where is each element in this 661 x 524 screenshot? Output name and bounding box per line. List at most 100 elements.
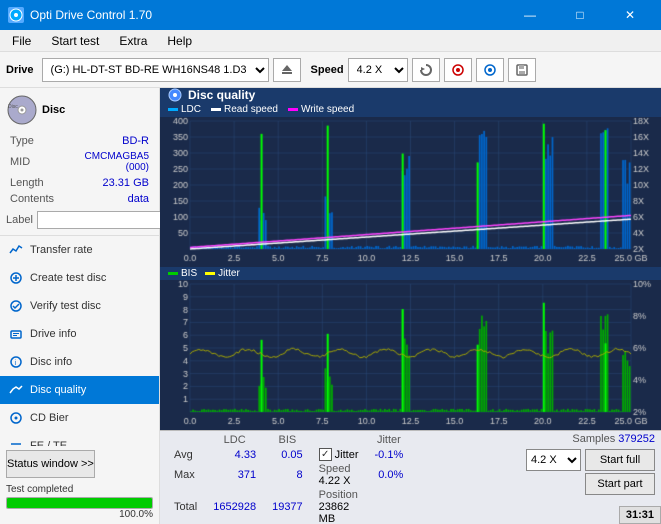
close-button[interactable]: ✕: [607, 0, 653, 30]
samples-value: 379252: [618, 433, 655, 445]
chart2-wrapper: [160, 280, 661, 430]
legend-row-2: BIS Jitter: [160, 267, 661, 280]
refresh-button[interactable]: [412, 58, 440, 82]
ldc-legend-label: LDC: [181, 104, 201, 115]
label-input[interactable]: [37, 211, 175, 229]
contents-value: data: [58, 192, 151, 206]
drive-info-icon: [8, 326, 24, 342]
sidebar-item-disc-quality[interactable]: Disc quality: [0, 376, 159, 404]
disc-info-table: Type BD-R MID CMCMAGBA5 (000) Length 23.…: [6, 132, 153, 208]
jitter-legend-label: Jitter: [218, 268, 240, 279]
samples-row: Samples 379252: [572, 433, 655, 445]
read-speed-legend-label: Read speed: [224, 104, 278, 115]
length-value: 23.31 GB: [58, 176, 151, 190]
start-full-button[interactable]: Start full: [585, 449, 655, 471]
write-speed-legend-label: Write speed: [301, 104, 354, 115]
sidebar-item-cd-bier[interactable]: CD Bier: [0, 404, 159, 432]
read-speed-legend-dot: [211, 108, 221, 111]
disc-icon: Disc: [6, 94, 38, 126]
drive-label: Drive: [6, 64, 34, 76]
fe-te-icon: [8, 438, 24, 446]
total-ldc: 1652928: [205, 488, 264, 524]
menu-bar: File Start test Extra Help: [0, 30, 661, 52]
avg-bis: 0.05: [264, 447, 311, 462]
total-label: Total: [166, 488, 205, 524]
content-header: Disc quality: [160, 88, 661, 102]
avg-jitter: -0.1%: [367, 447, 412, 462]
speed-label: Speed: [311, 64, 344, 76]
stats-panel: LDC BIS Jitter Avg 4.33 0.05 ✓: [160, 430, 661, 524]
menu-extra[interactable]: Extra: [111, 32, 155, 50]
app-title: Opti Drive Control 1.70: [30, 8, 152, 22]
samples-label: Samples: [572, 433, 615, 445]
svg-text:i: i: [15, 360, 17, 367]
cd-bier-icon: [8, 410, 24, 426]
drive-info-label: Drive info: [30, 328, 76, 340]
eject-button[interactable]: [273, 58, 301, 82]
label-label: Label: [6, 214, 33, 226]
disc-quality-header-icon: [168, 88, 182, 102]
position-info: Position 23862 MB: [319, 489, 359, 524]
progress-label: 100.0%: [6, 509, 153, 520]
contents-label: Contents: [8, 192, 56, 206]
mid-value: CMCMAGBA5 (000): [58, 150, 151, 174]
app-icon: [8, 7, 24, 23]
type-label: Type: [8, 134, 56, 148]
sidebar: Disc Disc Type BD-R MID CMCMAGBA5 (000) …: [0, 88, 160, 524]
max-ldc: 371: [205, 462, 264, 488]
time-display: 31:31: [619, 506, 661, 524]
start-part-button[interactable]: Start part: [585, 473, 655, 495]
menu-file[interactable]: File: [4, 32, 39, 50]
avg-ldc: 4.33: [205, 447, 264, 462]
type-value: BD-R: [58, 134, 151, 148]
total-bis: 19377: [264, 488, 311, 524]
write-button[interactable]: [444, 58, 472, 82]
disc-info-icon: i: [8, 354, 24, 370]
sidebar-item-disc-info[interactable]: i Disc info: [0, 348, 159, 376]
status-window-button[interactable]: Status window >>: [6, 450, 95, 478]
status-section: Status window >> Test completed 100.0%: [0, 446, 159, 524]
speed-control-row: 4.2 X Start full: [526, 449, 655, 471]
menu-help[interactable]: Help: [159, 32, 200, 50]
progress-bar-outer: [6, 497, 153, 509]
verify-test-disc-label: Verify test disc: [30, 300, 101, 312]
content-title: Disc quality: [188, 88, 255, 102]
transfer-rate-label: Transfer rate: [30, 244, 93, 256]
legend-row-1: LDC Read speed Write speed: [160, 102, 661, 117]
right-controls: Samples 379252 4.2 X Start full Start pa…: [526, 433, 655, 495]
sidebar-item-fe-te[interactable]: FE / TE: [0, 432, 159, 446]
read-button[interactable]: [476, 58, 504, 82]
bis-chart: [160, 280, 661, 430]
drive-select[interactable]: (G:) HL-DT-ST BD-RE WH16NS48 1.D3: [42, 58, 269, 82]
sidebar-item-drive-info[interactable]: Drive info: [0, 320, 159, 348]
menu-start-test[interactable]: Start test: [43, 32, 107, 50]
status-text: Test completed: [6, 484, 153, 495]
save-button[interactable]: [508, 58, 536, 82]
disc-quality-icon: [8, 382, 24, 398]
max-bis: 8: [264, 462, 311, 488]
maximize-button[interactable]: □: [557, 0, 603, 30]
status-bar: Test completed 100.0%: [0, 482, 159, 524]
cd-bier-label: CD Bier: [30, 412, 69, 424]
sidebar-item-transfer-rate[interactable]: Transfer rate: [0, 236, 159, 264]
disc-panel: Disc Disc Type BD-R MID CMCMAGBA5 (000) …: [0, 88, 159, 236]
create-test-disc-icon: [8, 270, 24, 286]
sidebar-item-verify-test-disc[interactable]: Verify test disc: [0, 292, 159, 320]
toolbar: Drive (G:) HL-DT-ST BD-RE WH16NS48 1.D3 …: [0, 52, 661, 88]
chart1-wrapper: [160, 117, 661, 267]
disc-info-label: Disc info: [30, 356, 72, 368]
mid-label: MID: [8, 150, 56, 174]
max-label: Max: [166, 462, 205, 488]
svg-text:Disc: Disc: [8, 104, 18, 110]
nav-items: Transfer rate Create test disc Verify te…: [0, 236, 159, 446]
speed-dropdown[interactable]: 4.2 X: [526, 449, 581, 471]
speed-info: Speed 4.22 X: [319, 463, 359, 487]
disc-quality-label: Disc quality: [30, 384, 86, 396]
sidebar-item-create-test-disc[interactable]: Create test disc: [0, 264, 159, 292]
minimize-button[interactable]: —: [507, 0, 553, 30]
speed-select[interactable]: 4.2 X: [348, 58, 408, 82]
jitter-checkbox-container[interactable]: ✓ Jitter: [319, 448, 359, 461]
stats-table: LDC BIS Jitter Avg 4.33 0.05 ✓: [166, 433, 411, 524]
ldc-chart: [160, 117, 661, 267]
jitter-checkbox[interactable]: ✓: [319, 448, 332, 461]
